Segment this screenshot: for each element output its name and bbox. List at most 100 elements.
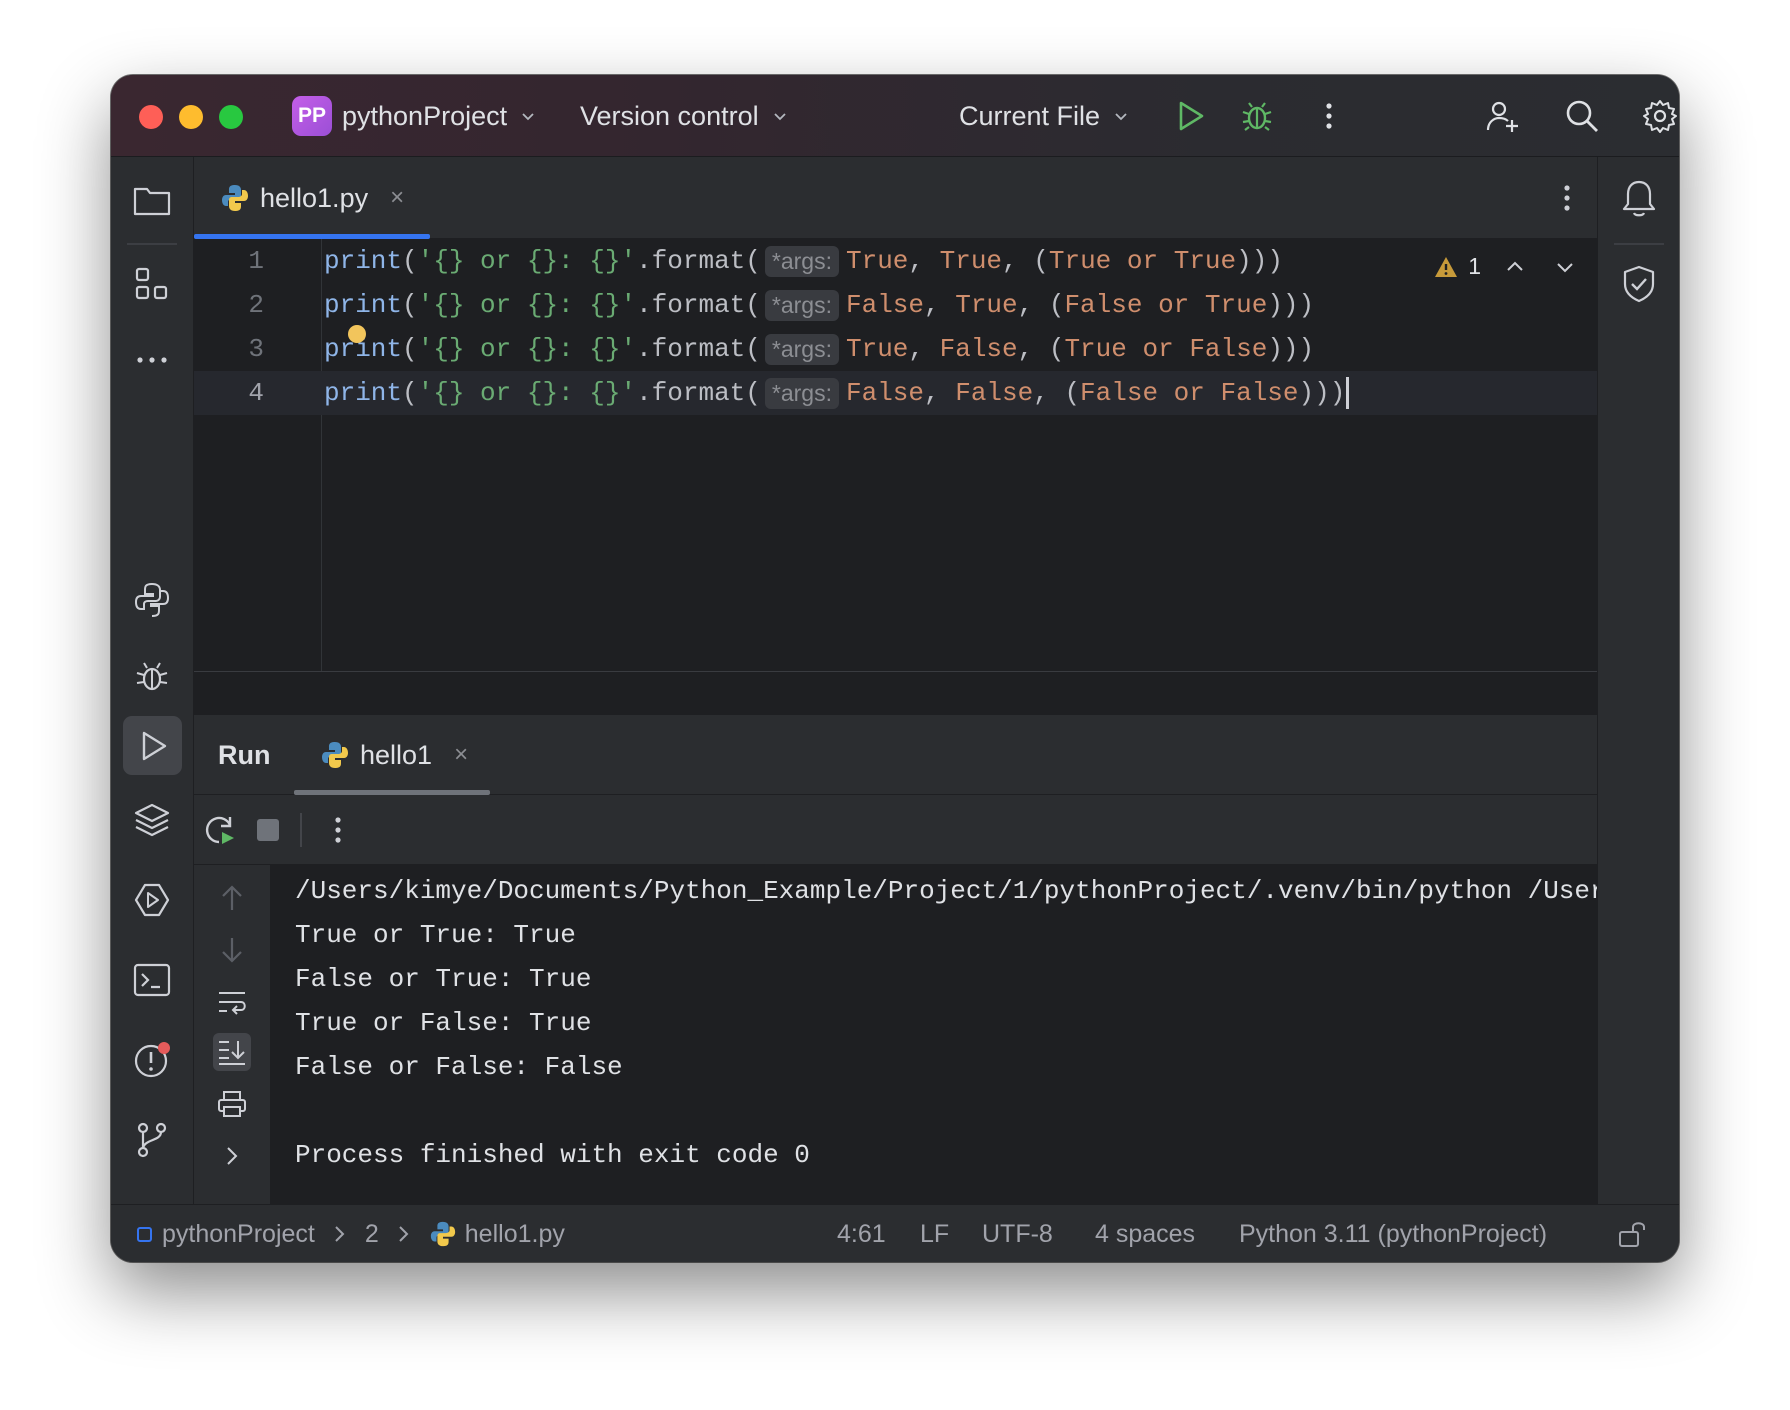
print-button[interactable] [213,1085,251,1123]
git-tool-button[interactable] [129,1117,175,1163]
parameter-hint: *args: [764,333,839,365]
run-configuration-selector[interactable]: Current File [959,75,1128,157]
stop-icon [257,819,279,841]
debug-tool-button[interactable] [129,653,175,699]
file-encoding[interactable]: UTF-8 [982,1205,1053,1262]
or-keyword: or [1142,334,1174,364]
tab-hello1-py[interactable]: hello1.py × [194,157,430,239]
bool-literal: True [1173,246,1237,276]
python-console-tool-button[interactable] [129,577,175,623]
tab-options-icon[interactable] [1561,180,1573,216]
project-tool-button[interactable] [129,177,175,223]
ide-window: PP pythonProject Version control Current… [111,75,1679,1262]
run-icon[interactable] [1172,98,1208,134]
editor-split-divider[interactable] [194,671,1597,715]
or-keyword: or [1158,290,1190,320]
code-line-current[interactable]: 4 print('{} or {}: {}' .format(*args: Fals… [194,371,1597,415]
run-tab-hello1[interactable]: hello1 × [294,715,490,795]
add-user-icon[interactable] [1484,98,1520,134]
breadcrumb-file[interactable]: hello1.py [465,1220,565,1249]
code-line[interactable]: 2 print('{} or {}: {}' .format(*args: Fals… [194,283,1597,327]
bool-literal: False [845,290,924,320]
rerun-icon [205,816,234,844]
chevron-right-icon [335,1226,345,1242]
run-more-options-button[interactable] [320,812,356,848]
line-ending[interactable]: LF [920,1205,949,1262]
shield-check-icon [1623,265,1655,303]
line-number: 2 [248,290,264,320]
search-icon[interactable] [1564,98,1600,134]
line-number: 1 [248,246,264,276]
bell-icon [1622,180,1656,217]
notifications-tool-button[interactable] [1616,175,1662,221]
printer-icon [218,1091,246,1117]
soft-wrap-button[interactable] [213,983,251,1021]
tool-separator [1614,243,1664,245]
bool-literal: False [955,378,1034,408]
more-actions-icon[interactable] [1311,98,1347,134]
stop-button[interactable] [250,812,286,848]
unlock-icon[interactable] [1617,1219,1647,1249]
console-line: Process finished with exit code 0 [295,1140,810,1170]
left-tool-window-bar [111,157,194,1204]
scroll-down-button[interactable] [213,931,251,969]
problems-tool-button[interactable] [129,1037,175,1083]
intention-bulb-icon[interactable] [348,325,366,343]
caret-position[interactable]: 4:61 [837,1205,886,1262]
function-name: print [324,378,403,408]
scroll-to-end-button[interactable] [213,1033,251,1071]
indent-setting[interactable]: 4 spaces [1095,1205,1195,1262]
close-window-button[interactable] [139,105,163,129]
rerun-button[interactable] [202,812,238,848]
parameter-hint: *args: [764,245,839,277]
bool-literal: True [939,246,1003,276]
run-icon [142,731,166,760]
settings-gear-icon[interactable] [1642,98,1678,134]
structure-tool-button[interactable] [129,261,175,307]
more-tools-button[interactable] [129,337,175,383]
bool-literal: True [1048,246,1112,276]
code-line[interactable]: 1 print('{} or {}: {}' .format(*args: True… [194,239,1597,283]
version-control-label: Version control [580,100,759,131]
breadcrumb-project[interactable]: pythonProject [162,1220,315,1249]
debug-icon[interactable] [1239,98,1275,134]
or-keyword: or [1173,378,1205,408]
layers-icon [134,803,170,837]
code-line[interactable]: 3 print('{} or {}: {}' .format(*args: True… [194,327,1597,371]
title-bar: PP pythonProject Version control Current… [111,75,1679,157]
zoom-window-button[interactable] [219,105,243,129]
line-number: 4 [248,378,264,408]
close-tab-icon[interactable]: × [390,184,404,212]
status-bar: pythonProject 2 hello1.py 4:61 LF UTF-8 … [111,1204,1679,1262]
chevron-right-icon [227,1147,238,1165]
arrow-up-icon [222,885,242,910]
project-selector[interactable]: PP pythonProject [292,75,535,157]
chevron-down-icon [522,113,534,121]
vertical-ellipsis-icon [335,817,341,843]
services-tool-button[interactable] [129,877,175,923]
terminal-tool-button[interactable] [129,957,175,1003]
security-tool-button[interactable] [1616,261,1662,307]
string-literal: '{} or {}: {}' [417,334,637,364]
run-console-output[interactable]: /Users/kimye/Documents/Python_Example/Pr… [270,865,1597,1204]
bool-literal: False [939,334,1018,364]
scroll-to-end-icon [219,1041,245,1065]
code-editor[interactable]: 1 1 print('{} or {}: {}' .format(*args: Tr… [194,239,1597,671]
console-line: True or True: True [295,920,576,950]
python-interpreter[interactable]: Python 3.11 (pythonProject) [1239,1205,1547,1262]
console-line: True or False: True [295,1008,592,1038]
python-packages-tool-button[interactable] [129,797,175,843]
minimize-window-button[interactable] [179,105,203,129]
close-run-tab-icon[interactable]: × [454,741,468,769]
console-line: False or True: True [295,964,592,994]
bool-literal: False [1064,290,1143,320]
breadcrumb-folder[interactable]: 2 [365,1220,379,1249]
method-call: .format( [636,290,761,320]
scroll-up-button[interactable] [213,879,251,917]
console-line: /Users/kimye/Documents/Python_Example/Pr… [295,876,1597,906]
expand-toolbar-button[interactable] [213,1137,251,1175]
run-tool-button[interactable] [123,716,182,775]
text-caret [1346,377,1350,409]
version-control-menu[interactable]: Version control [580,75,787,157]
editor-tab-bar: hello1.py × [194,157,1597,239]
